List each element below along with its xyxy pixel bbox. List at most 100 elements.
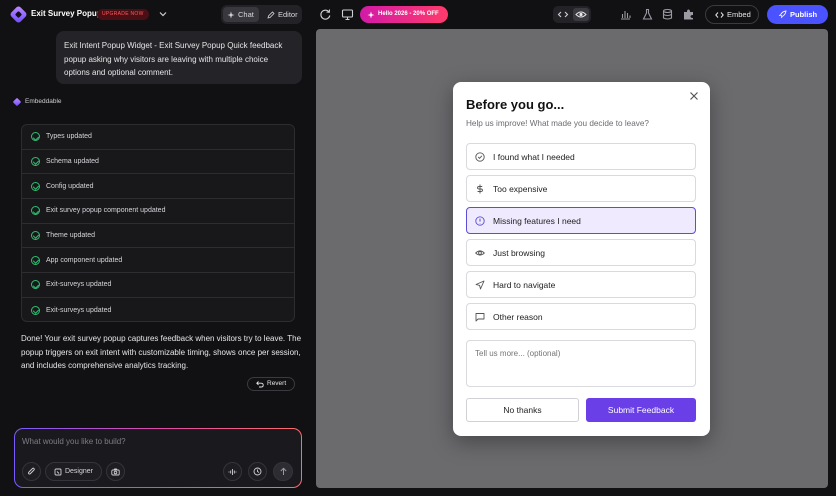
option-label: Too expensive — [493, 183, 548, 194]
camera-icon — [111, 468, 120, 475]
option-other-reason[interactable]: Other reason — [466, 303, 696, 330]
option-label: Other reason — [493, 311, 543, 322]
upgrade-badge[interactable]: UPGRADE NOW — [97, 9, 149, 20]
check-circle-icon — [31, 255, 40, 265]
designer-button[interactable]: Designer — [45, 462, 102, 481]
publish-button[interactable]: Publish — [767, 5, 828, 24]
pencil-icon — [267, 10, 275, 19]
check-circle-icon — [31, 157, 40, 167]
navigation-arrow-icon — [475, 280, 485, 289]
list-item: Exit-surveys updated — [22, 298, 294, 321]
list-item: App component updated — [22, 248, 294, 274]
step-label: Theme updated — [46, 232, 96, 240]
option-label: Missing features I need — [493, 215, 581, 226]
check-circle-icon — [31, 305, 40, 315]
embed-label: Embed — [727, 10, 751, 19]
step-label: Config updated — [46, 182, 94, 190]
submit-feedback-button[interactable]: Submit Feedback — [586, 398, 696, 422]
app-logo-icon[interactable] — [9, 5, 28, 24]
monitor-icon[interactable] — [341, 8, 354, 21]
list-item: Schema updated — [22, 150, 294, 175]
agent-name: Embeddable — [25, 98, 62, 105]
check-circle-icon — [31, 206, 40, 216]
tab-editor[interactable]: Editor — [263, 7, 300, 22]
step-label: Exit-surveys updated — [46, 306, 112, 314]
waveform-icon — [228, 468, 237, 475]
designer-icon — [54, 468, 62, 475]
designer-label: Designer — [64, 468, 93, 475]
code-preview-toggle — [553, 6, 591, 23]
chevron-down-icon[interactable] — [157, 8, 169, 20]
check-circle-icon — [31, 280, 40, 290]
agent-label: Embeddable — [12, 97, 62, 106]
code-icon — [557, 11, 569, 18]
user-message: Exit Intent Popup Widget - Exit Survey P… — [56, 31, 302, 84]
history-button[interactable] — [248, 462, 267, 481]
option-missing-features[interactable]: Missing features I need — [466, 207, 696, 234]
code-icon — [715, 11, 724, 18]
arrow-up-icon — [279, 467, 287, 475]
eye-icon — [575, 11, 587, 18]
step-label: Exit survey popup component updated — [46, 207, 166, 215]
option-label: Just browsing — [493, 247, 545, 258]
option-found-what-needed[interactable]: I found what I needed — [466, 143, 696, 170]
send-button[interactable] — [273, 462, 293, 481]
option-label: I found what I needed — [493, 151, 575, 162]
revert-button[interactable]: Revert — [247, 377, 295, 391]
info-circle-icon — [475, 215, 485, 226]
no-thanks-button[interactable]: No thanks — [466, 398, 579, 422]
camera-button[interactable] — [106, 462, 125, 481]
exit-survey-popup: Before you go... Help us improve! What m… — [453, 82, 710, 436]
comment-textarea[interactable] — [466, 340, 696, 387]
list-item: Types updated — [22, 125, 294, 150]
close-icon[interactable] — [689, 91, 699, 101]
popup-title: Before you go... — [466, 97, 565, 112]
check-circle-icon — [475, 151, 485, 162]
step-label: Exit-surveys updated — [46, 281, 112, 289]
check-circle-icon — [31, 181, 40, 191]
check-circle-icon — [31, 231, 40, 241]
top-bar: Exit Survey Popup UPGRADE NOW Chat Edito… — [0, 0, 836, 29]
check-circle-icon — [31, 132, 40, 142]
list-item: Config updated — [22, 174, 294, 200]
composer-input[interactable]: What would you like to build? — [22, 437, 126, 446]
option-label: Hard to navigate — [493, 279, 556, 290]
assistant-summary: Done! Your exit survey popup captures fe… — [21, 334, 302, 370]
option-hard-to-navigate[interactable]: Hard to navigate — [466, 271, 696, 298]
agent-logo-icon — [12, 97, 22, 106]
composer: What would you like to build? Designer — [14, 428, 302, 488]
tab-chat[interactable]: Chat — [223, 7, 259, 22]
refresh-icon[interactable] — [319, 8, 332, 21]
tab-editor-label: Editor — [278, 10, 298, 19]
option-too-expensive[interactable]: Too expensive — [466, 175, 696, 202]
paperclip-icon — [27, 467, 35, 475]
step-label: Types updated — [46, 133, 92, 141]
progress-steps: Types updated Schema updated Config upda… — [21, 124, 295, 322]
publish-label: Publish — [790, 10, 818, 19]
history-icon — [253, 467, 262, 476]
step-label: App component updated — [46, 256, 123, 264]
list-item: Theme updated — [22, 224, 294, 249]
puzzle-icon[interactable] — [682, 8, 695, 21]
flask-icon[interactable] — [641, 8, 654, 21]
dollar-icon — [477, 184, 483, 193]
sparkle-icon — [227, 11, 235, 18]
voice-button[interactable] — [223, 462, 242, 481]
analytics-icon[interactable] — [619, 8, 632, 21]
list-item: Exit survey popup component updated — [22, 199, 294, 224]
mode-switcher: Chat Editor — [221, 5, 302, 24]
attach-button[interactable] — [22, 462, 41, 481]
list-item: Exit-surveys updated — [22, 273, 294, 298]
message-square-icon — [475, 312, 485, 321]
embed-button[interactable]: Embed — [705, 5, 759, 24]
app-title: Exit Survey Popup — [31, 9, 102, 18]
undo-icon — [256, 381, 264, 388]
popup-subtitle: Help us improve! What made you decide to… — [466, 119, 649, 128]
promo-button[interactable]: Hello 2026 - 20% OFF — [360, 6, 448, 23]
sparkle-icon — [367, 11, 375, 18]
option-just-browsing[interactable]: Just browsing — [466, 239, 696, 266]
preview-toggle[interactable] — [573, 8, 589, 21]
revert-label: Revert — [267, 380, 287, 387]
code-toggle[interactable] — [555, 8, 571, 21]
database-icon[interactable] — [661, 8, 674, 21]
